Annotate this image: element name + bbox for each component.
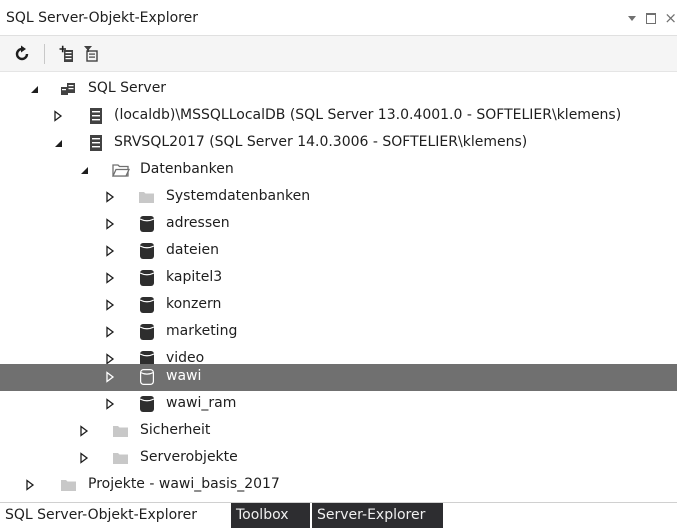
database-icon (138, 368, 156, 386)
server-icon (87, 107, 105, 125)
tree-node-database[interactable]: wawi_ram (0, 391, 677, 418)
close-icon[interactable]: × (664, 11, 677, 26)
database-icon (138, 323, 156, 341)
collapsed-caret-icon[interactable] (104, 371, 116, 383)
collapsed-caret-icon[interactable] (104, 272, 116, 284)
tree-node-srvsql2017-server[interactable]: SRVSQL2017 (SQL Server 14.0.3006 - SOFTE… (0, 130, 677, 157)
tree-node-systemdatenbanken[interactable]: Systemdatenbanken (0, 184, 677, 211)
tree-node-label: SRVSQL2017 (SQL Server 14.0.3006 - SOFTE… (114, 134, 528, 150)
collapsed-caret-icon[interactable] (104, 245, 116, 257)
tree-node-label: marketing (166, 323, 238, 339)
collapsed-caret-icon[interactable] (104, 299, 116, 311)
tree-node-localdb-server[interactable]: (localdb)\MSSQLLocalDB (SQL Server 13.0.… (0, 103, 677, 130)
maximize-icon[interactable] (646, 12, 657, 24)
folder-icon (112, 422, 130, 440)
tree-node-sql-server[interactable]: SQL Server (0, 76, 677, 103)
expanded-caret-icon[interactable] (28, 83, 40, 95)
database-icon (138, 269, 156, 287)
window-position-dropdown-icon[interactable] (628, 15, 637, 21)
collapsed-caret-icon[interactable] (52, 110, 64, 122)
tree-node-label: wawi_ram (166, 395, 237, 411)
database-icon (138, 215, 156, 233)
title-bar: SQL Server-Objekt-Explorer × (0, 0, 677, 36)
database-icon (138, 296, 156, 314)
tree-node-label: (localdb)\MSSQLLocalDB (SQL Server 13.0.… (114, 107, 622, 123)
collapsed-caret-icon[interactable] (104, 398, 116, 410)
tab-sql-server-object-explorer[interactable]: SQL Server-Objekt-Explorer (0, 503, 229, 528)
toolbar-separator (44, 44, 45, 64)
window-title: SQL Server-Objekt-Explorer (6, 10, 198, 26)
tree-node-serverobjekte[interactable]: Serverobjekte (0, 445, 677, 472)
folder-icon (112, 449, 130, 467)
sql-server-object-explorer-window: SQL Server-Objekt-Explorer × SQL Server … (0, 0, 677, 528)
collapsed-caret-icon[interactable] (104, 191, 116, 203)
refresh-icon[interactable] (13, 45, 31, 63)
tree-node-label: Systemdatenbanken (166, 188, 311, 204)
object-explorer-tree: SQL Server (localdb)\MSSQLLocalDB (SQL S… (0, 74, 677, 500)
collapsed-caret-icon[interactable] (24, 479, 36, 491)
database-icon (138, 242, 156, 260)
sql-server-icon (60, 80, 78, 98)
tree-node-label: kapitel3 (166, 269, 223, 285)
collapsed-caret-icon[interactable] (104, 218, 116, 230)
tree-node-label: wawi (166, 368, 202, 384)
expanded-caret-icon[interactable] (78, 164, 90, 176)
add-server-icon[interactable] (59, 45, 77, 63)
tree-node-sicherheit[interactable]: Sicherheit (0, 418, 677, 445)
tree-node-database[interactable]: konzern (0, 292, 677, 319)
tree-node-database[interactable]: marketing (0, 319, 677, 346)
tree-node-label: Datenbanken (140, 161, 234, 177)
tree-node-projekte[interactable]: Projekte - wawi_basis_2017 (0, 472, 677, 499)
tab-toolbox[interactable]: Toolbox (231, 503, 310, 528)
tree-node-label: Projekte - wawi_basis_2017 (88, 476, 280, 492)
database-icon (138, 395, 156, 413)
collapsed-caret-icon[interactable] (104, 326, 116, 338)
tree-node-label: SQL Server (88, 80, 167, 96)
toolbar (0, 36, 677, 72)
window-controls: × (628, 10, 677, 26)
open-folder-icon (111, 161, 131, 179)
expanded-caret-icon[interactable] (52, 137, 64, 149)
tree-node-label: Sicherheit (140, 422, 211, 438)
tree-node-label: adressen (166, 215, 230, 231)
tree-node-database[interactable]: kapitel3 (0, 265, 677, 292)
collapsed-caret-icon[interactable] (78, 452, 90, 464)
server-icon (87, 134, 105, 152)
folder-icon (60, 476, 78, 494)
filter-icon[interactable] (83, 45, 101, 63)
tree-node-label: konzern (166, 296, 222, 312)
collapsed-caret-icon[interactable] (78, 425, 90, 437)
bottom-tab-strip: SQL Server-Objekt-Explorer Toolbox Serve… (0, 502, 677, 528)
tab-server-explorer[interactable]: Server-Explorer (312, 503, 443, 528)
tree-node-database[interactable]: adressen (0, 211, 677, 238)
tree-node-database[interactable]: dateien (0, 238, 677, 265)
tree-node-label: dateien (166, 242, 219, 258)
tree-node-datenbanken[interactable]: Datenbanken (0, 157, 677, 184)
tree-node-label: Serverobjekte (140, 449, 238, 465)
tree-node-database-selected[interactable]: wawi (0, 364, 677, 391)
folder-icon (138, 188, 156, 206)
